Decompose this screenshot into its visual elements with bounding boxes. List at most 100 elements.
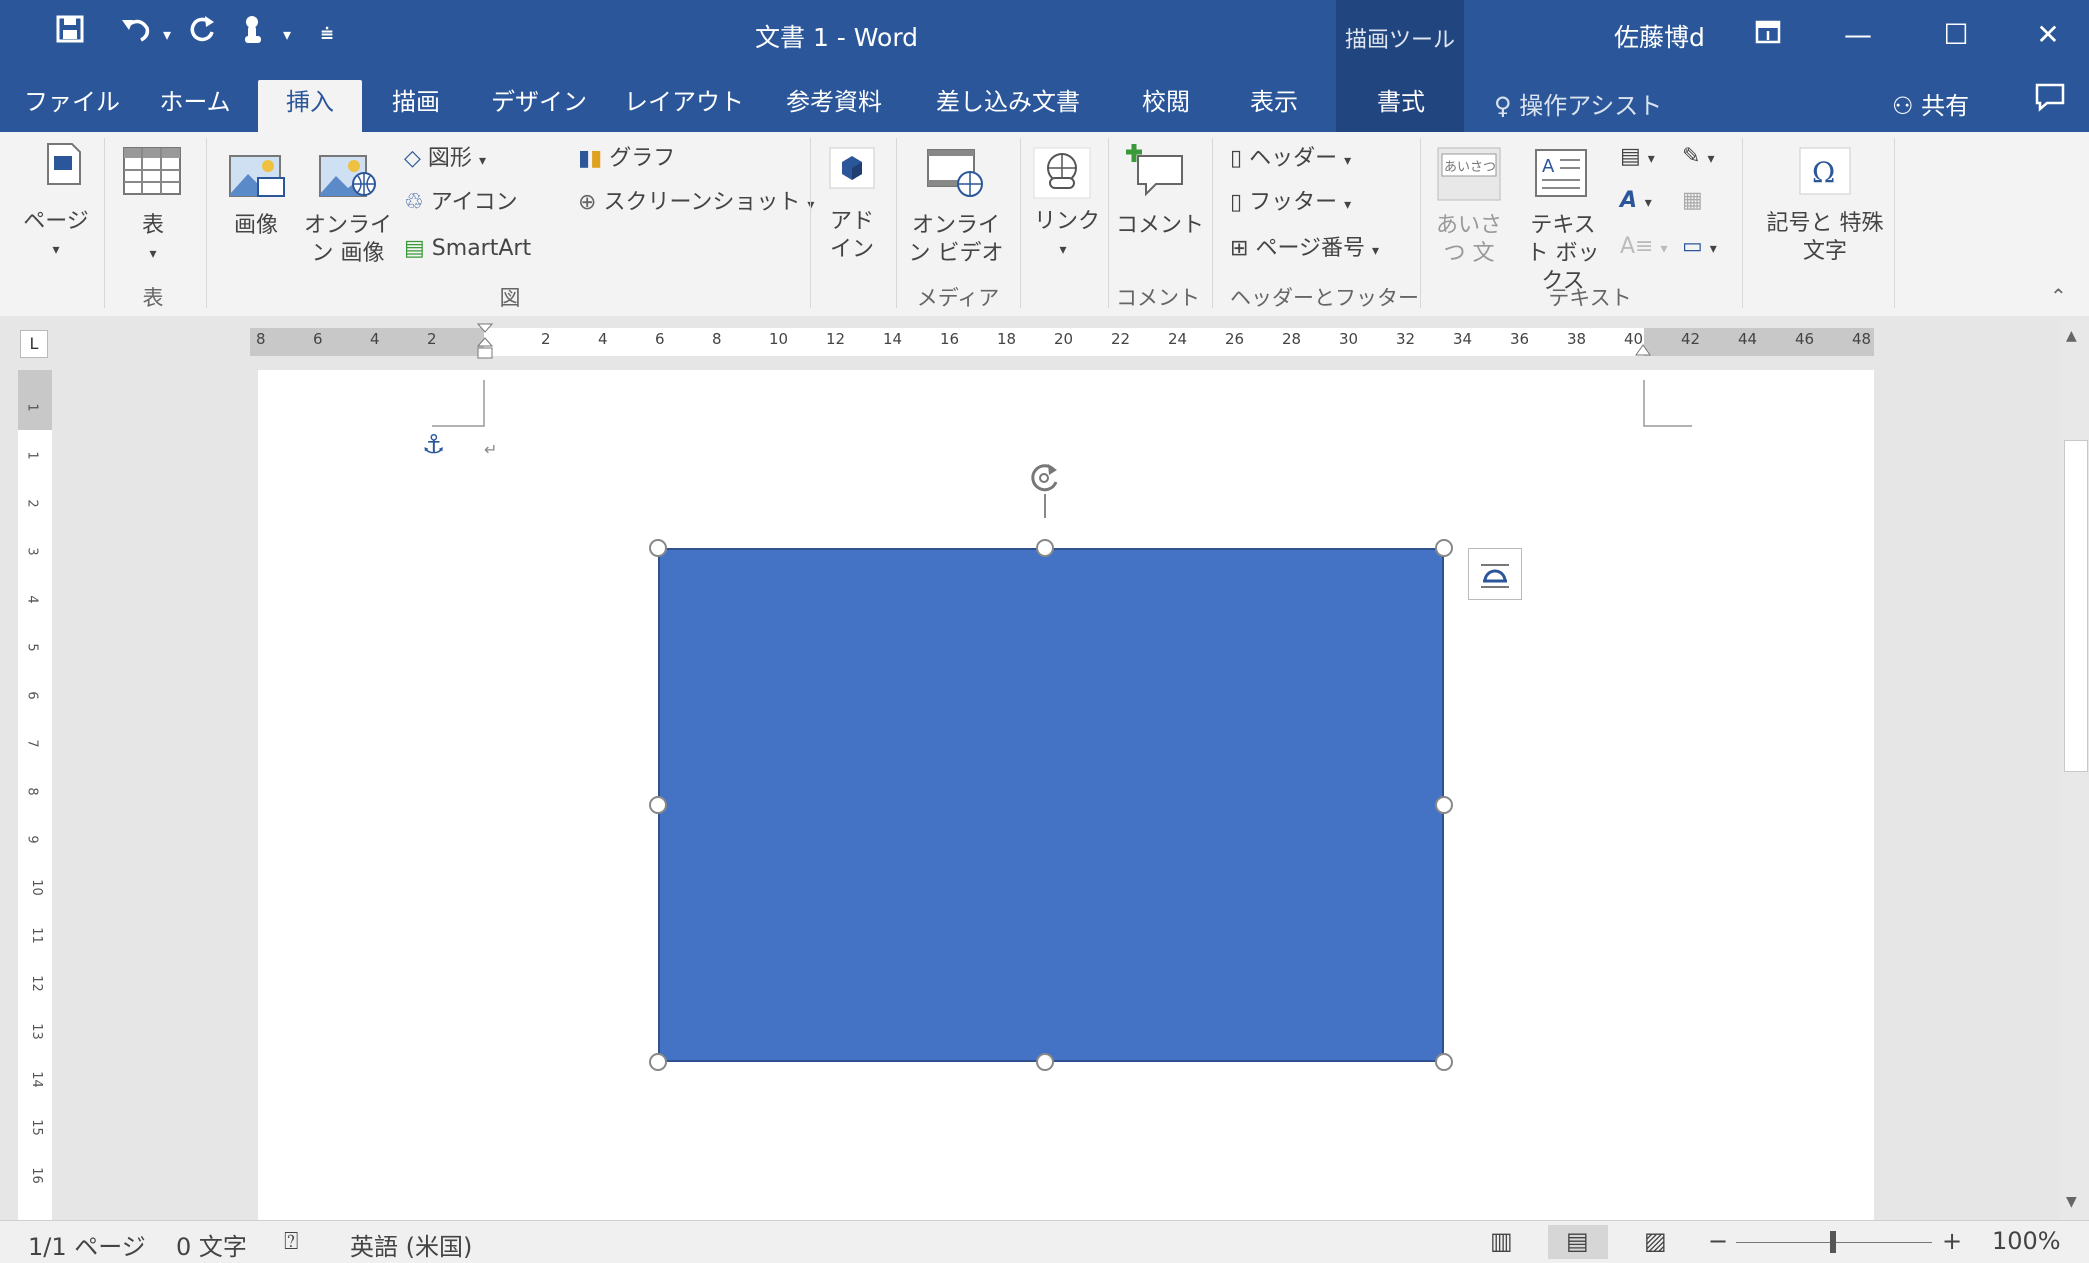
undo-icon[interactable]: [112, 14, 160, 56]
undo-dropdown-icon[interactable]: ▾: [158, 14, 176, 56]
table-icon[interactable]: [122, 146, 182, 200]
tab-insert[interactable]: 挿入: [258, 80, 362, 132]
tab-references[interactable]: 参考資料: [774, 80, 894, 130]
signature-line-icon[interactable]: ✎ ▾: [1682, 142, 1714, 174]
zoom-in-icon[interactable]: +: [1942, 1227, 1962, 1255]
rectangle-shape[interactable]: [658, 548, 1444, 1062]
smartart-button[interactable]: ▤ SmartArt: [404, 234, 531, 264]
tab-design[interactable]: デザイン: [484, 80, 594, 130]
object-icon[interactable]: ▭ ▾: [1682, 232, 1717, 264]
tab-view[interactable]: 表示: [1232, 80, 1316, 130]
link-icon[interactable]: [1032, 146, 1092, 204]
pages-label[interactable]: ページ: [20, 208, 92, 236]
online-picture-icon[interactable]: [318, 148, 378, 204]
tab-home[interactable]: ホーム: [150, 80, 240, 130]
tab-format[interactable]: 書式: [1356, 80, 1446, 130]
new-comment-icon[interactable]: [1124, 142, 1188, 210]
minimize-icon[interactable]: —: [1814, 0, 1902, 70]
greeting-icon[interactable]: あいさつ: [1436, 146, 1502, 206]
comment-label[interactable]: コメント: [1116, 212, 1204, 240]
zoom-slider-thumb[interactable]: [1830, 1231, 1836, 1253]
read-mode-icon[interactable]: ▥: [1490, 1227, 1513, 1255]
word-count[interactable]: 0 文字: [176, 1227, 247, 1262]
tab-mailings[interactable]: 差し込み文書: [928, 80, 1088, 130]
maximize-icon[interactable]: ☐: [1912, 0, 2000, 70]
resize-handle[interactable]: [1435, 1053, 1453, 1071]
scroll-thumb[interactable]: [2064, 440, 2088, 772]
customize-qat-icon[interactable]: ⩧: [314, 14, 340, 56]
symbols-label[interactable]: 記号と 特殊文字: [1760, 210, 1890, 266]
table-label[interactable]: 表: [136, 212, 170, 240]
tab-draw[interactable]: 描画: [376, 80, 456, 130]
drop-cap-icon[interactable]: A≡ ▾: [1620, 232, 1668, 264]
save-icon[interactable]: [50, 14, 90, 56]
shapes-button[interactable]: ◇ 図形 ▾: [404, 144, 486, 176]
greeting-label[interactable]: あいさつ 文: [1426, 212, 1512, 268]
anchor-icon[interactable]: ⚓: [422, 430, 445, 460]
resize-handle[interactable]: [1435, 796, 1453, 814]
tab-selector-icon[interactable]: L: [20, 330, 48, 358]
pages-icon[interactable]: [44, 142, 84, 190]
zoom-out-icon[interactable]: −: [1708, 1227, 1728, 1255]
share-button[interactable]: ⚇ 共有: [1892, 86, 1969, 121]
comments-pane-icon[interactable]: [2034, 82, 2066, 116]
textbox-icon[interactable]: A: [1534, 148, 1588, 202]
online-picture-label[interactable]: オンライン 画像: [298, 212, 398, 268]
redo-icon[interactable]: [182, 14, 222, 56]
omega-icon[interactable]: Ω: [1798, 146, 1852, 200]
icons-button[interactable]: ♲ アイコン: [404, 188, 518, 218]
resize-handle[interactable]: [1036, 1053, 1054, 1071]
footer-button[interactable]: ▯ フッター ▾: [1230, 188, 1351, 220]
tab-review[interactable]: 校閲: [1124, 80, 1208, 130]
online-video-icon[interactable]: [926, 146, 986, 204]
resize-handle[interactable]: [649, 1053, 667, 1071]
touch-dropdown-icon[interactable]: ▾: [278, 14, 296, 56]
screenshot-button[interactable]: ⊕ スクリーンショット ▾: [578, 188, 814, 220]
layout-options-icon[interactable]: [1468, 548, 1522, 600]
proofing-icon[interactable]: ⍰: [284, 1227, 298, 1255]
tab-layout[interactable]: レイアウト: [624, 80, 744, 130]
document-page[interactable]: ⚓ ↵: [258, 370, 1874, 1220]
resize-handle[interactable]: [649, 539, 667, 557]
addins-icon[interactable]: [828, 146, 876, 194]
page-count[interactable]: 1/1 ページ: [28, 1227, 146, 1262]
table-dropdown-icon[interactable]: ▾: [144, 240, 162, 268]
touch-mode-icon[interactable]: [234, 14, 274, 56]
picture-label[interactable]: 画像: [228, 212, 284, 240]
group-separator: [1212, 138, 1213, 308]
language-indicator[interactable]: 英語 (米国): [350, 1227, 472, 1262]
date-time-icon[interactable]: ▦: [1682, 186, 1703, 216]
resize-handle[interactable]: [649, 796, 667, 814]
link-dropdown-icon[interactable]: ▾: [1054, 236, 1072, 264]
vertical-scrollbar[interactable]: ▲ ▼: [2060, 320, 2089, 1220]
scroll-down-icon[interactable]: ▼: [2066, 1194, 2077, 1210]
page-number-button[interactable]: ⊞ ページ番号 ▾: [1230, 234, 1379, 266]
user-name[interactable]: 佐藤博d: [1614, 18, 1705, 54]
tab-file[interactable]: ファイル: [24, 80, 120, 130]
picture-icon[interactable]: [228, 148, 288, 204]
tell-me-box[interactable]: ♀ 操作アシスト: [1494, 86, 1662, 121]
header-button[interactable]: ▯ ヘッダー ▾: [1230, 144, 1351, 176]
web-layout-icon[interactable]: ▨: [1644, 1227, 1667, 1255]
right-indent-marker-icon[interactable]: [1634, 342, 1652, 361]
quick-parts-icon[interactable]: ▤ ▾: [1620, 142, 1655, 174]
pages-dropdown-icon[interactable]: ▾: [44, 236, 68, 264]
resize-handle[interactable]: [1435, 539, 1453, 557]
comments-group-label: コメント: [1116, 286, 1200, 310]
ruler-tick-label: 2: [427, 330, 437, 348]
print-layout-icon[interactable]: ▤: [1566, 1227, 1589, 1255]
collapse-ribbon-icon[interactable]: ⌃: [2050, 284, 2067, 308]
chart-button[interactable]: ▮▮ グラフ: [578, 144, 675, 174]
ribbon-display-options-icon[interactable]: [1724, 0, 1812, 70]
addins-label[interactable]: アドイン: [822, 208, 882, 264]
indent-marker-icon[interactable]: [476, 322, 494, 366]
zoom-level[interactable]: 100%: [1992, 1227, 2061, 1255]
ruler-tick-label: 44: [1738, 330, 1758, 348]
resize-handle[interactable]: [1036, 539, 1054, 557]
online-video-label[interactable]: オンライン ビデオ: [906, 212, 1006, 268]
link-label[interactable]: リンク: [1034, 208, 1100, 236]
vruler-tick-label: 4: [24, 595, 40, 604]
wordart-icon[interactable]: A ▾: [1620, 186, 1652, 218]
close-icon[interactable]: ✕: [2004, 0, 2089, 70]
scroll-up-icon[interactable]: ▲: [2066, 328, 2077, 344]
